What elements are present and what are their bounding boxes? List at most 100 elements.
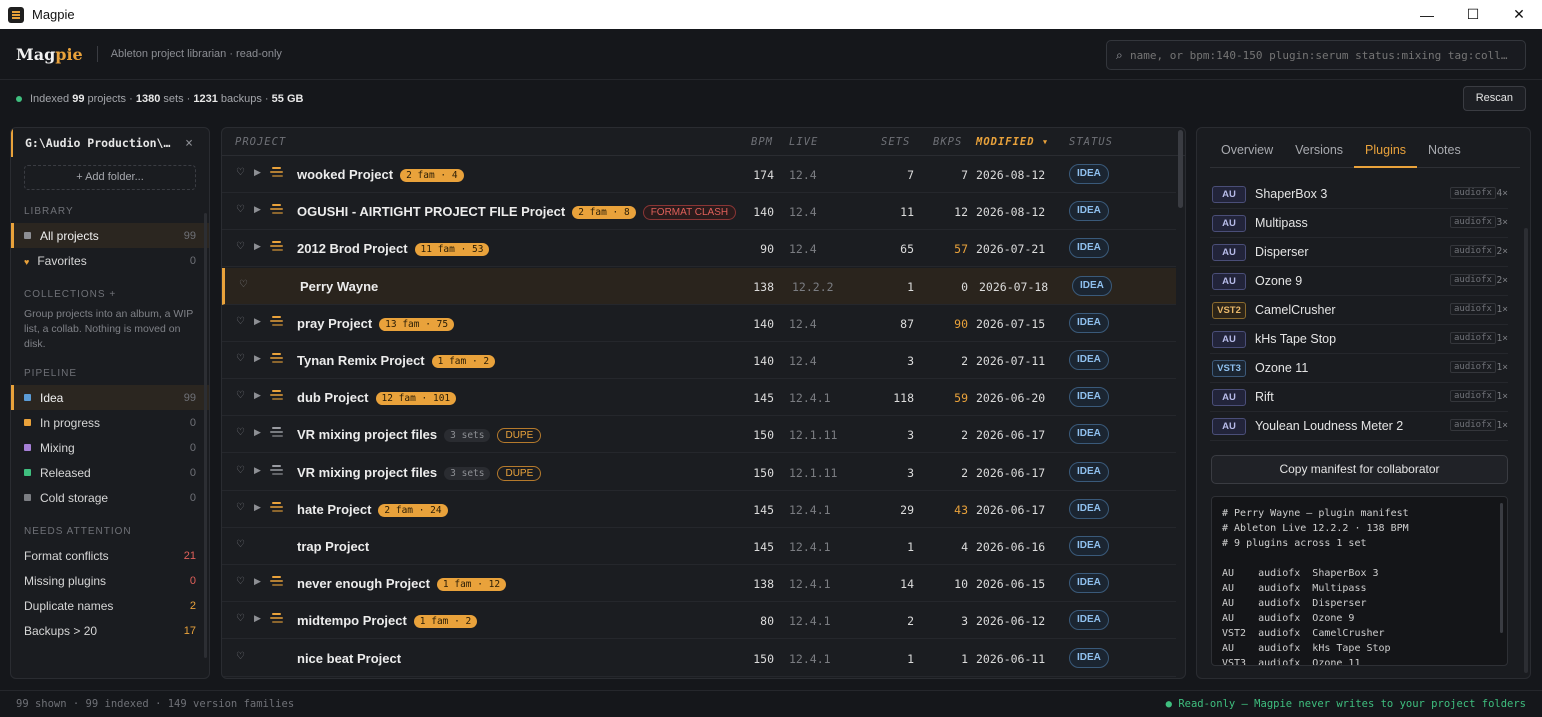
status-badge[interactable]: IDEA <box>1069 201 1109 222</box>
expand-caret-icon[interactable]: ▶ <box>254 502 261 513</box>
status-badge[interactable]: IDEA <box>1069 461 1109 482</box>
column-status[interactable]: STATUS <box>1069 136 1113 148</box>
sidebar-item-missing-plugins[interactable]: Missing plugins 0 <box>11 568 209 593</box>
tab-overview[interactable]: Overview <box>1210 140 1284 167</box>
favorite-heart-icon[interactable]: ♡ <box>236 539 245 550</box>
sidebar-item-idea[interactable]: Idea 99 <box>11 385 209 410</box>
favorite-heart-icon[interactable]: ♡ <box>236 613 245 624</box>
expand-caret-icon[interactable]: ▶ <box>254 613 261 624</box>
plugin-row[interactable]: AU Youlean Loudness Meter 2 audiofx 1× <box>1210 412 1508 441</box>
expand-caret-icon[interactable]: ▶ <box>254 353 261 364</box>
table-row[interactable]: ♡ ▶ hate Project 2 fam · 24 145 12.4.1 29 43 202… <box>222 491 1176 528</box>
table-row[interactable]: ♡ ▶ midtempo Project 1 fam · 2 80 12.4.1 2 3 202… <box>222 602 1176 640</box>
favorite-heart-icon[interactable]: ♡ <box>239 279 248 290</box>
add-folder-button[interactable]: + Add folder... <box>24 165 196 190</box>
sidebar-item-cold-storage[interactable]: Cold storage 0 <box>11 485 209 510</box>
favorite-heart-icon[interactable]: ♡ <box>236 427 245 438</box>
expand-caret-icon[interactable]: ▶ <box>254 390 261 401</box>
favorite-heart-icon[interactable]: ♡ <box>236 167 245 178</box>
sidebar-item-released[interactable]: Released 0 <box>11 460 209 485</box>
tab-notes[interactable]: Notes <box>1417 140 1472 167</box>
table-row[interactable]: ♡ ▶ dub Project 12 fam · 101 145 12.4.1 118 59 2… <box>222 379 1176 417</box>
table-row[interactable]: ♡ ▶ pray Project 13 fam · 75 140 12.4 87 90 2026… <box>222 305 1176 342</box>
sidebar-item-in-progress[interactable]: In progress 0 <box>11 410 209 435</box>
folder-chip[interactable]: G:\Audio Production\… × <box>11 129 209 157</box>
search-box[interactable]: ⌕ <box>1106 40 1526 70</box>
favorite-heart-icon[interactable]: ♡ <box>236 576 245 587</box>
maximize-button[interactable]: ☐ <box>1450 0 1496 29</box>
column-bkps[interactable]: BKPS <box>933 136 962 148</box>
plugin-row[interactable]: VST3 Ozone 11 audiofx 1× <box>1210 354 1508 383</box>
plugin-row[interactable]: AU kHs Tape Stop audiofx 1× <box>1210 325 1508 354</box>
favorite-heart-icon[interactable]: ♡ <box>236 353 245 364</box>
plugin-row[interactable]: AU ShaperBox 3 audiofx 4× <box>1210 180 1508 209</box>
tab-versions[interactable]: Versions <box>1284 140 1354 167</box>
table-row[interactable]: ♡ ▶ 2012 Brod Project 11 fam · 53 90 12.4 65 57… <box>222 230 1176 268</box>
status-badge[interactable]: IDEA <box>1069 498 1109 519</box>
rescan-button[interactable]: Rescan <box>1462 86 1526 111</box>
manifest-scrollbar[interactable] <box>1500 503 1503 633</box>
table-row[interactable]: ♡ Perry Wayne 138 12.2.2 1 0 2026-07-18 IDEA <box>222 267 1176 305</box>
expand-caret-icon[interactable]: ▶ <box>254 204 261 215</box>
table-row[interactable]: ♡ ▶ Tynan Remix Project 1 fam · 2 140 12.4 3 2 2… <box>222 342 1176 379</box>
copy-manifest-button[interactable]: Copy manifest for collaborator <box>1211 455 1508 484</box>
column-live[interactable]: LIVE <box>789 136 818 148</box>
sidebar-item-mixing[interactable]: Mixing 0 <box>11 435 209 460</box>
table-row[interactable]: ♡ trap Project 145 12.4.1 1 4 2026-06-16 IDEA <box>222 528 1176 565</box>
expand-caret-icon[interactable]: ▶ <box>254 241 261 252</box>
column-bpm[interactable]: BPM <box>751 136 773 148</box>
plugin-manifest[interactable]: # Perry Wayne — plugin manifest # Ableton… <box>1211 496 1508 666</box>
sidebar-item-duplicate-names[interactable]: Duplicate names 2 <box>11 593 209 618</box>
status-badge[interactable]: IDEA <box>1069 610 1109 631</box>
plugin-row[interactable]: AU Multipass audiofx 3× <box>1210 209 1508 238</box>
status-badge[interactable]: IDEA <box>1069 647 1109 668</box>
status-badge[interactable]: IDEA <box>1069 350 1109 370</box>
sidebar-item-all-projects[interactable]: All projects 99 <box>11 223 209 248</box>
favorite-heart-icon[interactable]: ♡ <box>236 390 245 401</box>
status-badge[interactable]: IDEA <box>1069 573 1109 594</box>
table-row[interactable]: ♡ ▶ VR mixing project files 3 sets DUPE 150 12… <box>222 454 1176 491</box>
favorite-heart-icon[interactable]: ♡ <box>236 465 245 476</box>
plugin-row[interactable]: AU Disperser audiofx 2× <box>1210 238 1508 267</box>
tab-plugins[interactable]: Plugins <box>1354 140 1418 168</box>
plugin-row[interactable]: AU Ozone 9 audiofx 2× <box>1210 267 1508 296</box>
favorite-heart-icon[interactable]: ♡ <box>236 241 245 252</box>
expand-caret-icon[interactable]: ▶ <box>254 427 261 438</box>
minimize-button[interactable]: — <box>1404 0 1450 29</box>
expand-caret-icon[interactable]: ▶ <box>254 316 261 327</box>
sidebar-scrollbar[interactable] <box>204 213 207 658</box>
remove-folder-icon[interactable]: × <box>185 136 193 151</box>
favorite-heart-icon[interactable]: ♡ <box>236 502 245 513</box>
close-window-button[interactable]: ✕ <box>1496 0 1542 29</box>
status-badge[interactable]: IDEA <box>1069 536 1109 556</box>
plugin-row[interactable]: AU Rift audiofx 1× <box>1210 383 1508 412</box>
sidebar-item-format-conflicts[interactable]: Format conflicts 21 <box>11 543 209 568</box>
status-badge[interactable]: IDEA <box>1072 275 1112 296</box>
search-input[interactable] <box>1130 48 1520 62</box>
details-scrollbar[interactable] <box>1524 228 1528 673</box>
favorite-heart-icon[interactable]: ♡ <box>236 316 245 327</box>
plugin-row[interactable]: VST2 CamelCrusher audiofx 1× <box>1210 296 1508 325</box>
sidebar-item-favorites[interactable]: ♥ Favorites 0 <box>11 248 209 273</box>
table-row[interactable]: ♡ ▶ OGUSHI - AIRTIGHT PROJECT FILE Project… <box>222 193 1176 231</box>
collections-heading[interactable]: COLLECTIONS + <box>24 289 209 300</box>
column-sets[interactable]: SETS <box>881 136 910 148</box>
table-row[interactable]: ♡ ▶ VR mixing project files 3 sets DUPE 150 12… <box>222 416 1176 454</box>
table-row[interactable]: ♡ nice beat Project 150 12.4.1 1 1 2026-06-11 I… <box>222 640 1176 677</box>
expand-caret-icon[interactable]: ▶ <box>254 465 261 476</box>
status-badge[interactable]: IDEA <box>1069 387 1109 408</box>
table-row[interactable]: ♡ ▶ wooked Project 2 fam · 4 174 12.4 7 7 2026-0… <box>222 156 1176 193</box>
status-badge[interactable]: IDEA <box>1069 312 1109 333</box>
table-scrollbar[interactable] <box>1178 130 1183 208</box>
status-badge[interactable]: IDEA <box>1069 238 1109 259</box>
table-row[interactable]: ♡ ▶ never enough Project 1 fam · 12 138 12.4.… <box>222 565 1176 603</box>
column-modified[interactable]: MODIFIED ▾ <box>976 136 1049 148</box>
status-badge[interactable]: IDEA <box>1069 164 1109 184</box>
status-badge[interactable]: IDEA <box>1069 424 1109 445</box>
sidebar-item-backups-over-20[interactable]: Backups > 20 17 <box>11 618 209 643</box>
expand-caret-icon[interactable]: ▶ <box>254 167 261 178</box>
favorite-heart-icon[interactable]: ♡ <box>236 204 245 215</box>
column-project[interactable]: PROJECT <box>235 136 286 148</box>
expand-caret-icon[interactable]: ▶ <box>254 576 261 587</box>
favorite-heart-icon[interactable]: ♡ <box>236 651 245 662</box>
